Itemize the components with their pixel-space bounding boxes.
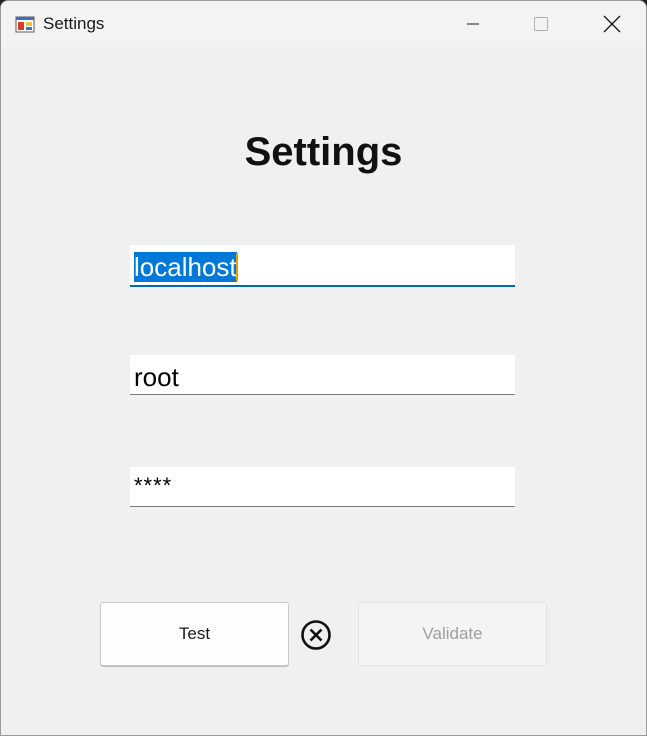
host-input[interactable]: localhost: [130, 245, 515, 287]
test-button[interactable]: Test: [100, 602, 289, 666]
text-caret: [235, 253, 238, 281]
app-window-icon: [15, 16, 35, 33]
minimize-button[interactable]: [439, 1, 507, 47]
window-title: Settings: [43, 14, 105, 33]
close-button[interactable]: [578, 1, 646, 47]
password-input[interactable]: ****: [130, 467, 515, 507]
maximize-button[interactable]: [507, 1, 575, 47]
minimize-icon: [467, 23, 479, 25]
validate-button[interactable]: Validate: [358, 602, 547, 666]
user-input-value: root: [134, 362, 179, 392]
close-icon: [603, 15, 621, 33]
title-bar[interactable]: Settings: [1, 1, 646, 47]
host-input-value: localhost: [134, 252, 237, 282]
page-title: Settings: [244, 130, 403, 174]
maximize-icon: [534, 17, 548, 31]
error-circle-x-icon: [301, 620, 331, 650]
password-input-value: ****: [134, 473, 173, 498]
user-input[interactable]: root: [130, 355, 515, 395]
settings-window: Settings Settings localhost root **** Te…: [0, 0, 647, 736]
